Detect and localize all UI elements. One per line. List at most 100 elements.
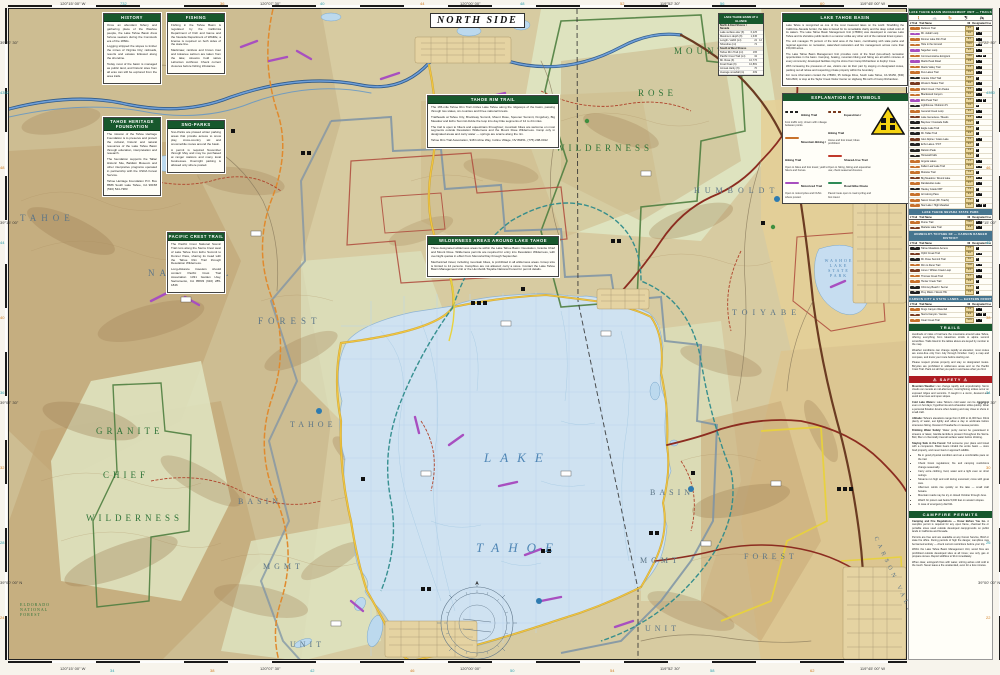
trail-uses: HE [976, 82, 992, 85]
utm-label: 46 [410, 668, 414, 673]
trail-miles: 3.7 [965, 181, 974, 186]
trail-number-swatch: 29 [910, 182, 920, 185]
trail-swatch [785, 137, 799, 139]
trail-miles: 1.0 [965, 126, 974, 131]
use-badge: H [976, 110, 979, 113]
trail-miles: 4.8 [965, 131, 974, 136]
symbols-column-left: Hiking TrailFoot traffic only; shown wit… [785, 103, 828, 201]
use-badge: B [979, 264, 982, 267]
use-badge: H [976, 313, 979, 316]
paragraph: Staying Safe in the Forest: Tell someone… [912, 442, 989, 453]
info-box-body: Fishing in the Tahoe Basin is regulated … [168, 22, 224, 73]
symbol-desc: Horse and foot travel; bikes prohibited. [828, 139, 871, 145]
info-box-body: Lake Tahoe is recognized as one of the m… [783, 22, 907, 85]
trail-number-swatch: 13 [910, 94, 920, 97]
trail-miles: 2.2 [965, 65, 974, 70]
info-box-history[interactable]: HISTORY Once an abundant fishery and gat… [103, 13, 161, 84]
map-sheet: { "sheet": { "north_side_label": "NORTH … [0, 0, 1000, 675]
use-badge: H [976, 127, 979, 130]
stats-box[interactable]: LAKE TAHOE BASIN AT A GLANCE North & Eas… [718, 13, 764, 76]
trail-name: Eagle Lake Trail [921, 127, 965, 130]
utm-label: 34 [986, 390, 990, 395]
paragraph: Sno-Parks are plowed winter parking area… [171, 131, 221, 147]
paragraph: Trailheads at Tahoe City, Brockway Summi… [431, 116, 555, 124]
trail-miles: 4.9 [965, 225, 974, 230]
trail-miles: 1.6 [965, 170, 974, 175]
use-badge: B [976, 49, 979, 52]
use-badge: H [976, 121, 979, 124]
trail-name: Horsetail Falls [921, 154, 965, 157]
trail-number-swatch: 45 [910, 308, 920, 311]
utm-label: 48 [520, 1, 524, 6]
trail-number-swatch: 44 [910, 291, 920, 294]
trail-number-swatch: 4 [910, 44, 920, 47]
use-badge: E [979, 226, 982, 229]
symbols-box[interactable]: EXPLANATION OF SYMBOLS Hiking TrailFoot … [782, 93, 910, 204]
trail-name: Granite Chief Trail [921, 77, 965, 80]
legend-sidebar[interactable]: LAKE TAHOE BASIN MANAGEMENT UNIT — TRAIL… [908, 8, 993, 660]
trail-number-swatch: 42 [910, 280, 920, 283]
bullet: Carry extra clothing, food, water and a … [918, 470, 989, 477]
trail-uses: HE [976, 226, 992, 229]
section-safety-title: ⚠ SAFETY ⚠ [909, 376, 992, 383]
utm-label: 56 [720, 1, 724, 6]
trail-number-swatch: 43 [910, 286, 920, 289]
trail-uses: H [976, 143, 992, 146]
bullet: Mountain roads may be icy or closed Octo… [918, 494, 989, 498]
trail-miles: 11.8 [965, 263, 974, 268]
trail-uses: HE [976, 269, 992, 272]
info-box-pct[interactable]: PACIFIC CREST TRAIL The Pacific Crest Na… [167, 232, 225, 293]
trail-name: Mt. Judah Loop [921, 32, 965, 35]
paragraph: Mackinaw, rainbow and brown trout and ko… [171, 49, 221, 68]
paragraph: Logging stripped the slopes to timber th… [107, 45, 157, 61]
trail-swatch [785, 111, 799, 113]
symbol-entry: Equestrian / Hiking TrailHorse and foot … [828, 103, 871, 145]
use-badge: H [976, 177, 979, 180]
trail-miles: 2.6 [965, 137, 974, 142]
info-box-title: WILDERNESS AREAS AROUND LAKE TAHOE [428, 237, 558, 245]
trail-uses: H [976, 105, 992, 108]
paragraph: Permits are free and are available at an… [912, 536, 989, 547]
use-badge: B [979, 182, 982, 185]
use-badge: H [976, 32, 979, 35]
coordinate-label: 119°52' 30" [660, 666, 680, 671]
bullet: Streams run high and cold during snowmel… [918, 478, 989, 485]
trail-number-swatch: 41 [910, 275, 920, 278]
trail-name: Jones / Whites Creek Loop [921, 269, 965, 272]
trail-miles: 5.0 [965, 31, 974, 36]
symbol-desc: Paved route open to road cycling and foo… [828, 192, 871, 198]
symbol-desc: Open to motorcycles and OHVs where poste… [785, 192, 828, 198]
info-box-snoparks[interactable]: SNO-PARKS Sno-Parks are plowed winter pa… [167, 120, 225, 173]
paragraph: Drinking Water Safety: Water purity cann… [912, 429, 989, 440]
trail-name: Thomas Creek Trail [921, 275, 965, 278]
trail-name: Flume Trail [921, 221, 965, 224]
trail-number-swatch: 18 [910, 121, 920, 124]
coordinate-label: 119°45' 00" W [860, 1, 885, 6]
trail-miles: 6.0 [965, 251, 974, 256]
utm-label: 38 [986, 315, 990, 320]
section-trails: TRAILS Hundreds of miles of trail lace t… [909, 324, 992, 376]
use-badge: H [976, 280, 979, 283]
paragraph: A permit is required November through Ma… [171, 149, 221, 168]
use-badge: H [976, 77, 979, 80]
use-badge: H [976, 182, 979, 185]
trail-uses: HB [976, 160, 992, 163]
info-box-tahoe-rim-trail[interactable]: TAHOE RIM TRAIL The 165-mile Tahoe Rim T… [427, 95, 559, 148]
use-badge: H [976, 269, 979, 272]
column-header: # Trail [909, 241, 918, 245]
trail-number-swatch: 26 [910, 166, 920, 169]
paragraph: Three designated wilderness areas lie wi… [431, 247, 555, 259]
info-box-lake-tahoe-basin[interactable]: LAKE TAHOE BASIN Lake Tahoe is recognize… [782, 13, 908, 86]
info-box-wilderness-areas[interactable]: WILDERNESS AREAS AROUND LAKE TAHOE Three… [427, 236, 559, 277]
use-badge: E [979, 32, 982, 35]
coordinate-label: 120°07' 30" [260, 666, 280, 671]
info-box-heritage[interactable]: TAHOE HERITAGE FOUNDATION The mission of… [103, 117, 161, 196]
info-box-body: The Pacific Crest National Scenic Trail … [168, 241, 224, 292]
info-box-fishing[interactable]: FISHING Fishing in the Tahoe Basin is re… [167, 13, 225, 74]
trail-uses: BM [976, 49, 992, 52]
column-header: Trail Name [918, 302, 966, 306]
symbol-entry: Mountain Biking / Hiking TrailOpen to bi… [785, 130, 828, 172]
bullet: Afternoon winds rise quickly on the lake… [918, 486, 989, 493]
utm-label: 732 [120, 1, 127, 6]
stats-label: Lake surface elev (ft) [719, 31, 748, 35]
